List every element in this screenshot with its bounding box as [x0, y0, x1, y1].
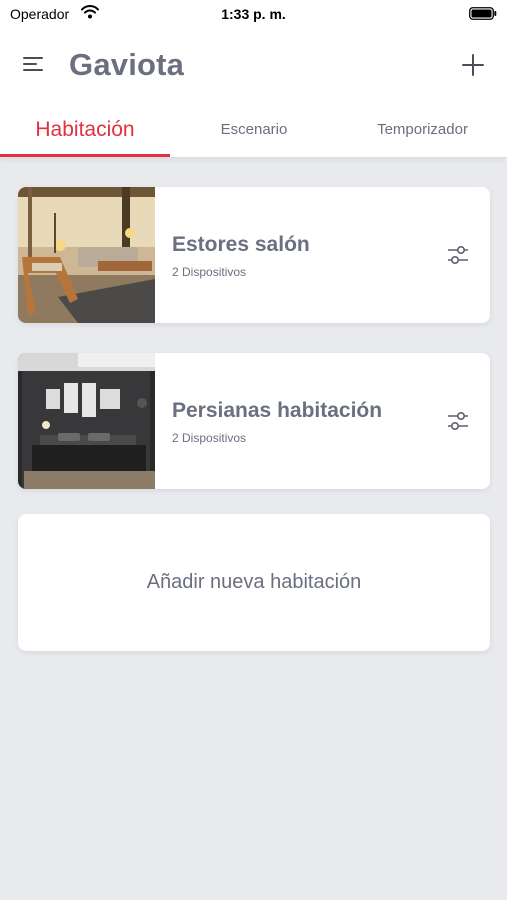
battery-icon — [469, 7, 497, 20]
tab-bar: Habitación Escenario Temporizador — [0, 104, 507, 157]
add-room-button[interactable]: Añadir nueva habitación — [18, 514, 490, 651]
active-tab-indicator — [0, 154, 170, 157]
tab-label: Escenario — [220, 121, 288, 138]
tab-escenario[interactable]: Escenario — [170, 104, 338, 157]
room-name: Estores salón — [172, 233, 310, 256]
hamburger-menu-icon[interactable] — [22, 54, 44, 74]
living-room-photo — [18, 187, 155, 323]
top-area: Operador 1:33 p. m. Gaviota Habitación E… — [0, 0, 507, 157]
room-card[interactable]: Estores salón 2 Dispositivos — [18, 187, 490, 323]
page-title: Gaviota — [69, 47, 185, 82]
room-card[interactable]: Persianas habitación 2 Dispositivos — [18, 353, 490, 489]
status-bar: Operador 1:33 p. m. — [0, 0, 507, 28]
status-time: 1:33 p. m. — [221, 6, 286, 22]
sliders-icon[interactable] — [446, 409, 470, 433]
tab-label: Temporizador — [377, 121, 468, 138]
bedroom-photo — [18, 353, 155, 489]
tab-habitacion[interactable]: Habitación — [0, 104, 170, 157]
sliders-icon[interactable] — [446, 243, 470, 267]
add-room-label: Añadir nueva habitación — [146, 571, 362, 593]
room-name: Persianas habitación — [172, 399, 383, 422]
device-count: 2 Dispositivos — [172, 431, 247, 445]
tab-label: Habitación — [35, 118, 135, 141]
navigation-bar: Gaviota — [0, 38, 507, 94]
device-count: 2 Dispositivos — [172, 265, 247, 279]
plus-icon[interactable] — [461, 53, 485, 77]
tab-temporizador[interactable]: Temporizador — [338, 104, 507, 157]
